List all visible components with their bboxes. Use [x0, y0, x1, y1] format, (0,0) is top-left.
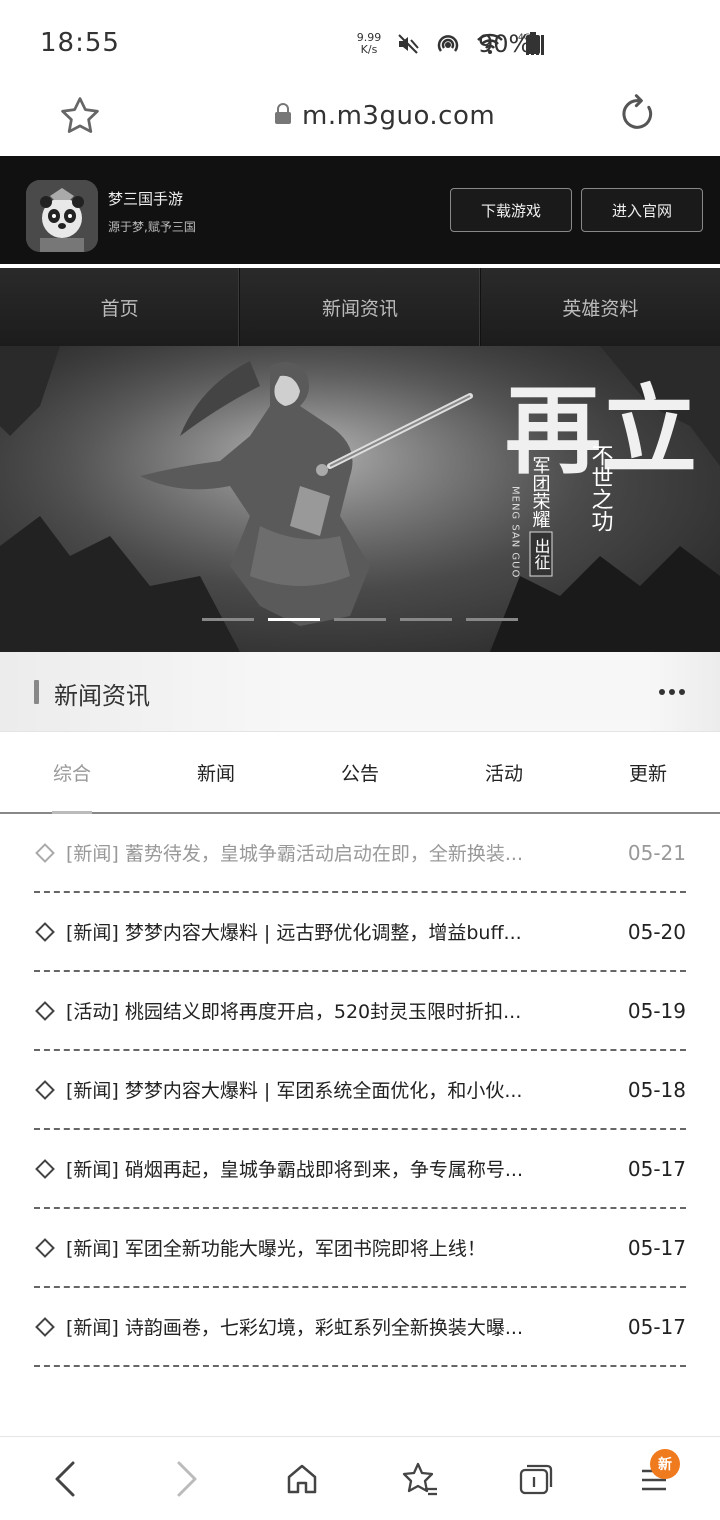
nav-item-news[interactable]: 新闻资讯 — [240, 268, 481, 346]
lock-icon — [274, 103, 292, 129]
news-date: 05-17 — [627, 1314, 686, 1339]
mute-icon — [396, 32, 420, 56]
status-bar: 18:55 9.99 K/s 4G 90% — [0, 0, 720, 88]
hero-brand: MENG SAN GUO — [510, 486, 521, 578]
app-slogan: 源于梦,赋予三国 — [108, 220, 196, 234]
browser-url-bar: m.m3guo.com — [0, 88, 720, 156]
diamond-bullet-icon — [35, 842, 55, 863]
tab-news[interactable]: 新闻 — [144, 732, 288, 812]
news-item[interactable]: [新闻] 诗韵画卷，七彩幻境，彩虹系列全新换装大曝... 05-17 — [34, 1288, 686, 1367]
battery-icon — [526, 32, 540, 58]
news-date: 05-18 — [627, 1077, 686, 1102]
hero-sub-text: 军团荣耀 — [530, 456, 551, 528]
app-name: 梦三国手游 — [108, 190, 184, 208]
hotspot-icon — [434, 31, 462, 57]
home-button[interactable] — [280, 1457, 324, 1501]
news-date: 05-20 — [627, 919, 686, 944]
star-icon — [61, 97, 99, 133]
news-title: [新闻] 蓄势待发，皇城争霸活动启动在即，全新换装... — [66, 843, 523, 865]
hero-artwork: 再立 不世之功 军团荣耀 出征 MENG SAN GUO — [0, 346, 720, 652]
news-list: [新闻] 蓄势待发，皇城争霸活动启动在即，全新换装... 05-21 [新闻] … — [34, 814, 686, 1367]
tab-events[interactable]: 活动 — [432, 732, 576, 812]
tabs-icon — [519, 1464, 553, 1495]
chevron-left-icon — [55, 1461, 75, 1497]
carousel-indicators — [202, 618, 518, 621]
news-date: 05-17 — [627, 1235, 686, 1260]
diamond-bullet-icon — [35, 1000, 55, 1021]
new-badge: 新 — [650, 1449, 680, 1479]
diamond-bullet-icon — [35, 921, 55, 942]
download-game-button[interactable]: 下载游戏 — [450, 188, 572, 232]
chevron-right-icon — [177, 1461, 197, 1497]
news-item[interactable]: [新闻] 军团全新功能大曝光，军团书院即将上线！ 05-17 — [34, 1209, 686, 1288]
carousel-dot[interactable] — [334, 618, 386, 621]
news-title: [活动] 桃园结义即将再度开启，520封灵玉限时折扣... — [66, 1001, 522, 1023]
diamond-bullet-icon — [35, 1316, 55, 1337]
official-site-button[interactable]: 进入官网 — [581, 188, 703, 232]
hero-carousel[interactable]: 再立 不世之功 军团荣耀 出征 MENG SAN GUO — [0, 346, 720, 652]
tab-all[interactable]: 综合 — [0, 732, 144, 814]
news-date: 05-17 — [627, 1156, 686, 1181]
news-item[interactable]: [活动] 桃园结义即将再度开启，520封灵玉限时折扣... 05-19 — [34, 972, 686, 1051]
carousel-dot[interactable] — [466, 618, 518, 621]
news-item[interactable]: [新闻] 硝烟再起，皇城争霸战即将到来，争专属称号... 05-17 — [34, 1130, 686, 1209]
nav-item-home[interactable]: 首页 — [0, 268, 241, 346]
news-title: [新闻] 硝烟再起，皇城争霸战即将到来，争专属称号... — [66, 1159, 523, 1181]
app-icon[interactable] — [26, 180, 98, 252]
main-nav: 首页 新闻资讯 英雄资料 — [0, 268, 720, 346]
news-title: [新闻] 军团全新功能大曝光，军团书院即将上线！ — [66, 1238, 486, 1260]
network-speed-unit: K/s — [360, 43, 378, 56]
app-download-banner: 梦三国手游 源于梦,赋予三国 下载游戏 进入官网 — [0, 156, 720, 264]
news-item[interactable]: [新闻] 蓄势待发，皇城争霸活动启动在即，全新换装... 05-21 — [34, 814, 686, 893]
news-title: [新闻] 梦梦内容大爆料 | 军团系统全面优化，和小伙... — [66, 1080, 523, 1102]
bookmarks-star-icon — [402, 1462, 437, 1496]
back-button[interactable] — [44, 1457, 88, 1501]
tab-notices[interactable]: 公告 — [288, 732, 432, 812]
diamond-bullet-icon — [35, 1079, 55, 1100]
network-speed: 9.99 K/s — [356, 32, 382, 56]
carousel-dot[interactable] — [400, 618, 452, 621]
diamond-bullet-icon — [35, 1158, 55, 1179]
forward-button[interactable] — [164, 1457, 208, 1501]
news-date: 05-19 — [627, 998, 686, 1023]
bookmarks-button[interactable] — [398, 1457, 442, 1501]
news-tabs: 综合 新闻 公告 活动 更新 — [0, 732, 720, 814]
carousel-dot-active[interactable] — [268, 618, 320, 621]
news-item[interactable]: [新闻] 梦梦内容大爆料 | 远古野优化调整，增益buff... 05-20 — [34, 893, 686, 972]
reload-icon — [622, 94, 653, 129]
news-item[interactable]: [新闻] 梦梦内容大爆料 | 军团系统全面优化，和小伙... 05-18 — [34, 1051, 686, 1130]
battery-level: 90% — [478, 30, 532, 58]
hero-side-text: 不世之功 — [588, 444, 614, 532]
browser-toolbar: 新 — [0, 1436, 720, 1520]
news-title: [新闻] 诗韵画卷，七彩幻境，彩虹系列全新换装大曝... — [66, 1317, 523, 1339]
home-icon — [287, 1464, 317, 1494]
more-icon — [659, 689, 665, 695]
news-title: [新闻] 梦梦内容大爆料 | 远古野优化调整，增益buff... — [66, 922, 522, 944]
more-button[interactable] — [656, 680, 688, 704]
address-field[interactable]: m.m3guo.com — [274, 98, 495, 134]
bookmark-star-button[interactable] — [58, 94, 102, 138]
diamond-bullet-icon — [35, 1237, 55, 1258]
status-time: 18:55 — [40, 28, 120, 58]
news-date: 05-21 — [627, 840, 686, 865]
news-section-header: 新闻资讯 — [0, 652, 720, 732]
tabs-button[interactable] — [514, 1457, 558, 1501]
tab-updates[interactable]: 更新 — [576, 732, 720, 812]
carousel-dot[interactable] — [202, 618, 254, 621]
hero-stamp: 出征 — [532, 538, 551, 570]
url-text: m.m3guo.com — [302, 101, 496, 131]
nav-item-heroes[interactable]: 英雄资料 — [481, 268, 720, 346]
section-accent-bar — [34, 680, 39, 704]
section-title: 新闻资讯 — [54, 682, 150, 710]
reload-button[interactable] — [618, 94, 662, 138]
